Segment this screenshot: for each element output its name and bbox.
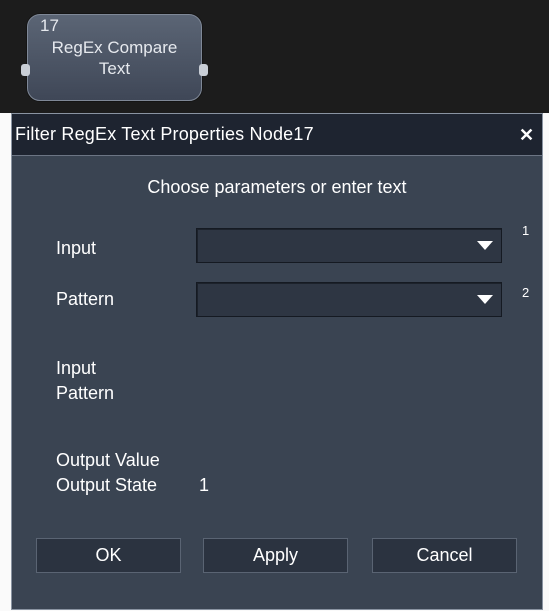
chevron-down-icon[interactable]: [470, 285, 499, 314]
input-dropdown[interactable]: [196, 228, 502, 263]
apply-button[interactable]: Apply: [203, 538, 348, 573]
close-icon[interactable]: ✕: [517, 126, 536, 145]
node-input-port[interactable]: [21, 64, 30, 76]
pattern-label: Pattern: [56, 289, 115, 309]
info-pattern-label: Pattern: [56, 383, 115, 403]
dialog-titlebar[interactable]: Filter RegEx Text Properties Node17 ✕: [12, 114, 542, 156]
input-index: 1: [522, 223, 530, 238]
chevron-down-icon[interactable]: [470, 231, 499, 260]
graph-canvas: 17 RegEx Compare Text: [0, 0, 549, 113]
properties-dialog: Filter RegEx Text Properties Node17 ✕ Ch…: [11, 113, 543, 610]
node-title-line2: Text: [98, 59, 131, 78]
output-value-label: Output Value: [56, 450, 160, 470]
regex-compare-node[interactable]: 17 RegEx Compare Text: [21, 14, 208, 101]
dialog-subtitle: Choose parameters or enter text: [147, 177, 407, 197]
pattern-dropdown[interactable]: [196, 282, 502, 317]
ok-button[interactable]: OK: [36, 538, 181, 573]
dialog-title: Filter RegEx Text Properties Node17: [15, 124, 314, 144]
node-title: RegEx Compare Text: [36, 37, 193, 79]
node-output-port[interactable]: [199, 64, 208, 76]
output-state-value: 1: [199, 475, 210, 495]
output-state-label: Output State: [56, 475, 158, 495]
input-label: Input: [56, 238, 97, 258]
node-number: 17: [40, 16, 59, 35]
info-input-label: Input: [56, 358, 97, 378]
cancel-button[interactable]: Cancel: [372, 538, 517, 573]
pattern-index: 2: [522, 285, 530, 300]
node-title-line1: RegEx Compare: [51, 38, 178, 57]
